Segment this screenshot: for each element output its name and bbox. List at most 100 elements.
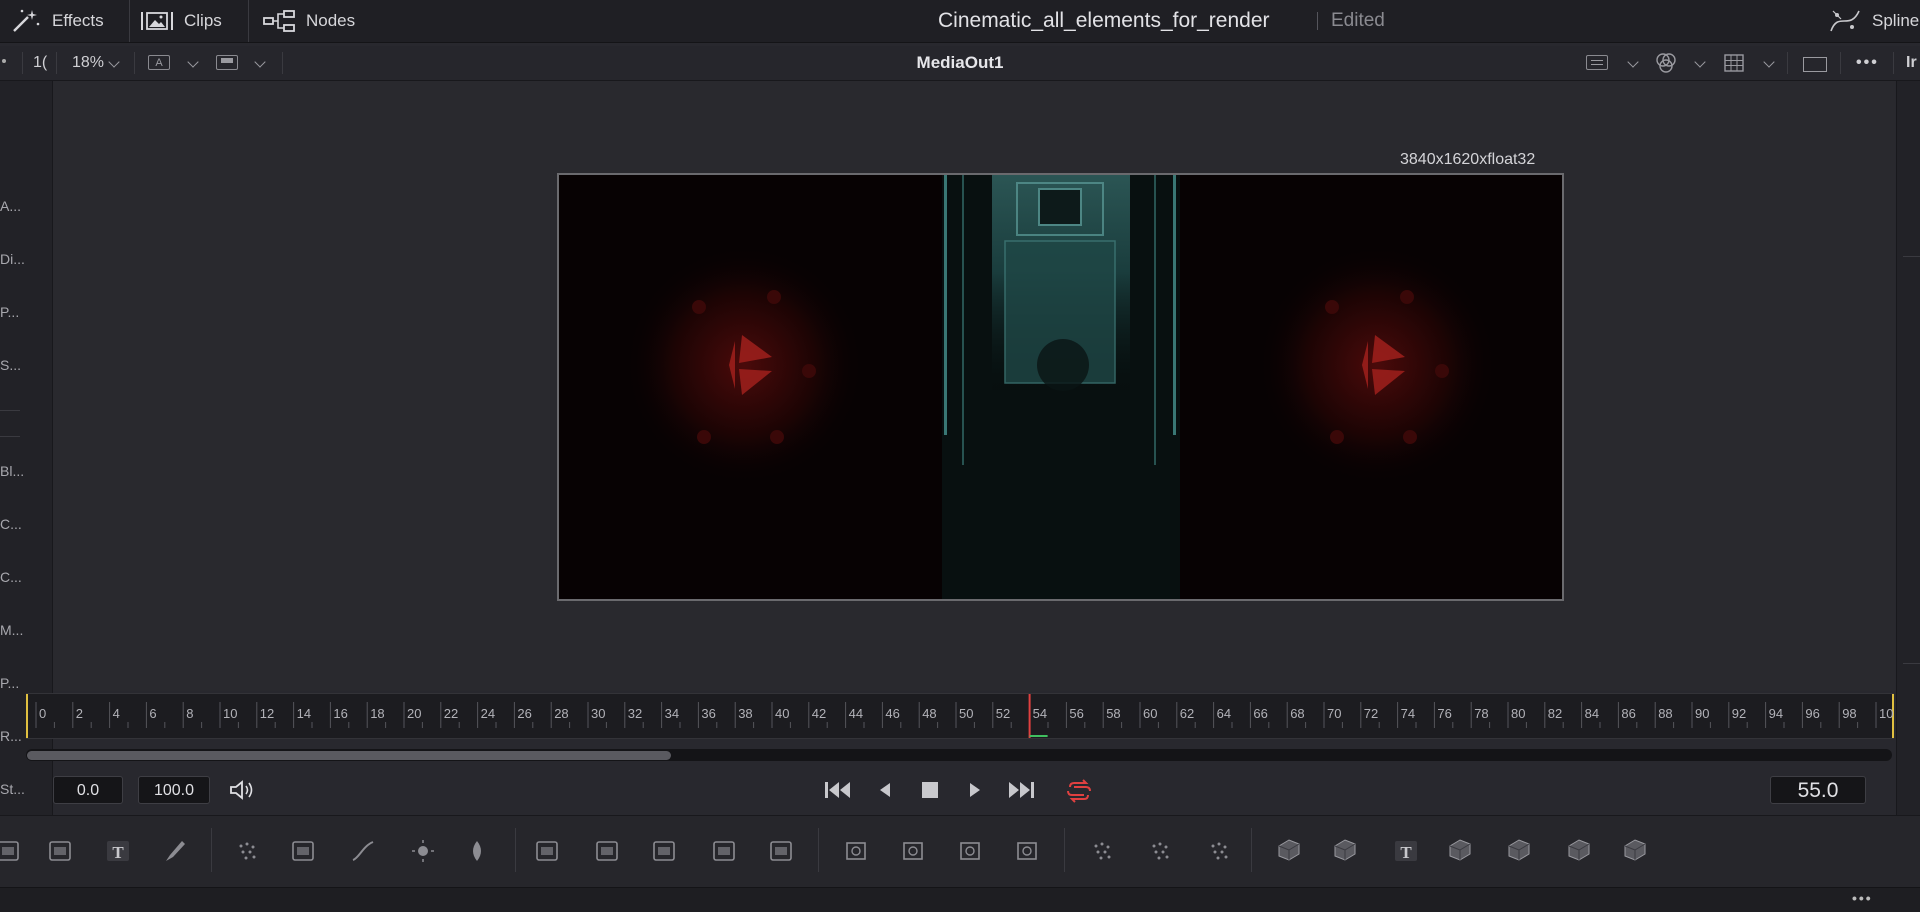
particle-emitter-icon[interactable] (1088, 838, 1116, 864)
divider (22, 52, 23, 74)
spline-label: Spline (1872, 11, 1920, 30)
color-correct-icon[interactable] (289, 838, 317, 864)
ruler-tick-label: 64 (1217, 706, 1231, 721)
image-icon[interactable] (0, 838, 22, 864)
transform-icon[interactable] (767, 838, 795, 864)
text3d-icon[interactable]: T (1392, 838, 1420, 864)
chevron-down-icon[interactable] (254, 56, 266, 68)
render-end-field[interactable]: 100.0 (138, 776, 210, 804)
speaker-icon[interactable] (228, 779, 256, 801)
ruler-tick-label: 74 (1401, 706, 1415, 721)
ellipse-mask-icon[interactable] (899, 838, 927, 864)
bspline-mask-icon[interactable] (1013, 838, 1041, 864)
brightness-icon[interactable] (409, 838, 437, 864)
divider (818, 828, 819, 872)
divider (282, 52, 283, 74)
zoom-select[interactable]: 18% (72, 46, 104, 80)
shape3d-icon[interactable] (1275, 838, 1303, 864)
nodes-button[interactable]: Nodes (262, 0, 355, 42)
background-icon[interactable] (46, 838, 74, 864)
roi-icon[interactable] (216, 55, 238, 70)
loop-icon[interactable] (1064, 779, 1094, 803)
left-strip-item[interactable]: Bl... (0, 463, 24, 479)
display-icon[interactable] (650, 838, 678, 864)
color-channels-icon[interactable] (1653, 52, 1679, 74)
particle-system-icon[interactable] (1205, 838, 1233, 864)
menu-dot[interactable] (2, 59, 6, 63)
environment3d-icon[interactable] (1621, 838, 1649, 864)
text-icon[interactable]: T (104, 838, 132, 864)
grid-icon[interactable] (1724, 54, 1744, 72)
ruler-tick-label: 46 (885, 706, 899, 721)
play-icon[interactable] (966, 779, 984, 801)
particle-render-icon[interactable] (1146, 838, 1174, 864)
spline-icon (1830, 10, 1860, 32)
more-options-icon[interactable]: ••• (1856, 46, 1879, 80)
ruler-tick-label: 52 (996, 706, 1010, 721)
more-options-icon[interactable]: ••• (1852, 890, 1873, 906)
go-to-start-icon[interactable] (823, 779, 853, 801)
renderer3d-icon[interactable] (1505, 838, 1533, 864)
resize-icon[interactable] (710, 838, 738, 864)
camera3d-icon[interactable] (1446, 838, 1474, 864)
paint-icon[interactable] (162, 838, 190, 864)
ruler-tick-label: 68 (1290, 706, 1304, 721)
resolution-label: 3840x1620xfloat32 (1400, 151, 1536, 168)
ruler-tick-label: 16 (333, 706, 347, 721)
chevron-down-icon[interactable] (187, 56, 199, 68)
left-strip-item[interactable]: P... (0, 675, 19, 691)
chevron-down-icon[interactable] (1694, 56, 1706, 68)
merge3d-icon[interactable] (1331, 838, 1359, 864)
polygon-mask-icon[interactable] (956, 838, 984, 864)
particles-icon[interactable] (233, 838, 261, 864)
matte-icon[interactable] (463, 838, 491, 864)
current-time-field[interactable]: 55.0 (1770, 776, 1866, 804)
ruler-tick-label: 34 (665, 706, 679, 721)
left-strip-item[interactable]: C... (0, 569, 22, 585)
effects-button[interactable]: Effects (10, 0, 104, 42)
chevron-down-icon[interactable] (1627, 56, 1639, 68)
ruler-tick-label: 82 (1548, 706, 1562, 721)
channel-booleans-icon[interactable] (593, 838, 621, 864)
ruler-tick-label: 12 (260, 706, 274, 721)
cache-indicator (1029, 735, 1048, 737)
chevron-down-icon[interactable] (108, 56, 120, 68)
rectangle-mask-icon[interactable] (842, 838, 870, 864)
ruler-ticks: 0 2 4 6 8 10 12 14 16 18 20 22 24 26 28 30 32 34 36 38 40 42 4… (26, 694, 1894, 738)
ruler-tick-label: 42 (812, 706, 826, 721)
divider (248, 0, 249, 42)
left-strip-item[interactable]: P... (0, 304, 19, 320)
light3d-icon[interactable] (1565, 838, 1593, 864)
svg-text:T: T (112, 843, 124, 862)
play-reverse-icon[interactable] (876, 779, 894, 801)
left-strip-item[interactable]: S... (0, 357, 21, 373)
top-toolbar: Effects Clips Nodes Cinematic_all_elemen… (0, 0, 1920, 43)
clips-button[interactable]: Clips (140, 0, 222, 42)
divider (211, 828, 212, 872)
left-strip-item[interactable]: R... (0, 728, 22, 744)
range-marker[interactable] (26, 694, 28, 738)
timeline-scroll-thumb[interactable] (27, 751, 671, 760)
left-strip-item[interactable]: C... (0, 516, 22, 532)
left-strip-item[interactable]: M... (0, 622, 23, 638)
viewer-left-value[interactable]: 1( (33, 46, 47, 80)
time-ruler[interactable]: 0 2 4 6 8 10 12 14 16 18 20 22 24 26 28 30 32 34 36 38 40 42 4… (26, 693, 1894, 739)
right-panel-label: Ir (1906, 54, 1917, 71)
left-strip-item[interactable]: Di... (0, 251, 25, 267)
ruler-tick-label: 38 (738, 706, 752, 721)
chevron-down-icon[interactable] (1763, 56, 1775, 68)
divider (1317, 12, 1318, 30)
fit-icon[interactable]: A (148, 55, 170, 70)
curves-icon[interactable] (349, 838, 377, 864)
ruler-tick-label: 10 (223, 706, 237, 721)
go-to-end-icon[interactable] (1006, 779, 1036, 801)
lut-icon[interactable] (1586, 55, 1608, 70)
left-strip-item[interactable]: A... (0, 198, 21, 214)
spline-button[interactable]: Spline (1828, 0, 1919, 42)
fullscreen-icon[interactable] (1803, 57, 1827, 72)
stop-icon[interactable] (919, 779, 941, 801)
merge-icon[interactable] (533, 838, 561, 864)
svg-text:T: T (1400, 843, 1412, 862)
render-start-field[interactable]: 0.0 (53, 776, 123, 804)
left-strip-item[interactable]: St... (0, 781, 25, 797)
